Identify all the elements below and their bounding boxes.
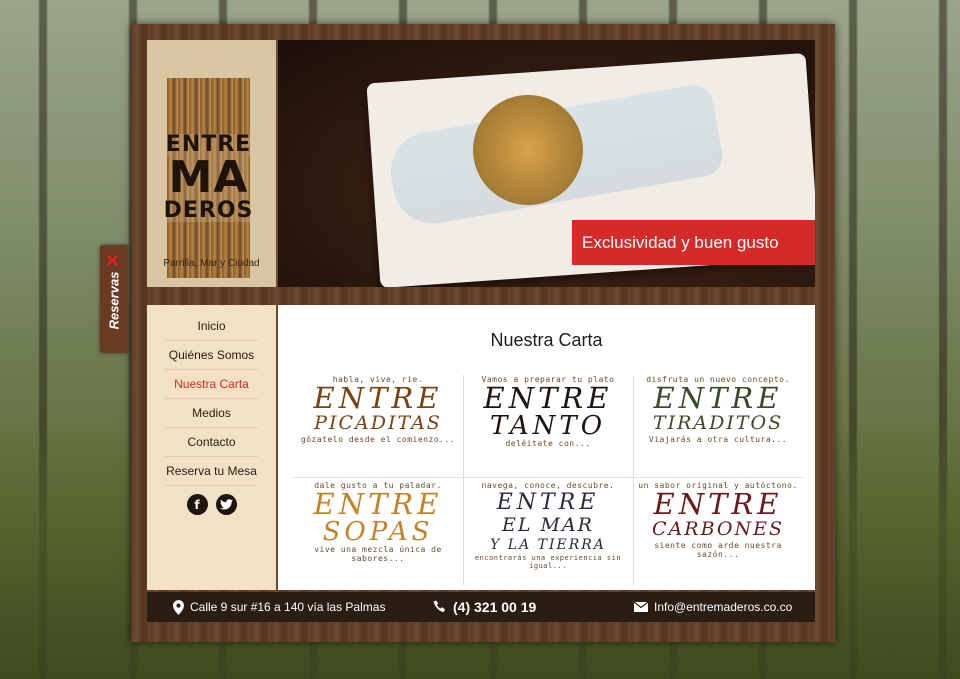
menu-categories-grid: habla, vive, rie. ENTRE PICADITAS gózate… [293,375,803,585]
nav-item-contacto[interactable]: Contacto [165,428,258,457]
menu-card-carbones[interactable]: un sabor original y autóctono. ENTRE CAR… [633,481,803,586]
hero-banner: Exclusividad y buen gusto [278,40,815,287]
brand-tagline: Parrilla, Mar y Ciudad [163,258,260,269]
phone-icon [433,600,445,612]
card-title-line2: EL MAR [501,514,594,537]
card-top-text: navega, conoce, descubre. [481,481,615,490]
phone-number: (4) 321 00 19 [453,599,537,615]
main-nav: Inicio Quiénes Somos Nuestra Carta Medio… [147,305,276,590]
card-title-line1: ENTRE [653,381,783,415]
card-title-line1: ENTRE [496,490,600,515]
nav-item-inicio[interactable]: Inicio [165,312,258,341]
social-links: f [147,494,276,515]
card-bottom-text: deléitate con... [505,439,591,448]
nav-item-nuestra-carta[interactable]: Nuestra Carta [165,370,258,399]
reservas-label: Reservas [106,271,122,330]
logo-text-line3: DEROS [163,198,254,223]
menu-card-picaditas[interactable]: habla, vive, rie. ENTRE PICADITAS gózate… [293,375,463,480]
card-bottom-text: siente como arde nuestra sazón... [654,540,782,559]
nav-item-quienes-somos[interactable]: Quiénes Somos [165,341,258,370]
content-area: Nuestra Carta habla, vive, rie. ENTRE PI… [278,305,815,590]
brand-logo[interactable]: ENTRE MA DEROS [163,78,254,278]
email-text: Info@entremaderos.co.co [654,600,793,614]
menu-card-sopas[interactable]: dale gusto a tu paladar. ENTRE SOPAS viv… [293,481,463,586]
hero-food-image [473,95,583,205]
card-bottom-text: vive una mezcla única de sabores... [314,545,442,563]
card-title-line1: ENTRE [653,487,783,521]
menu-card-tiraditos[interactable]: disfruta un nuevo concepto. ENTRE TIRADI… [633,375,803,480]
reservas-tab[interactable]: ✕ Reservas [100,245,128,353]
card-bottom-text: gózatelo desde el comienzo... [300,434,456,444]
hero-caption: Exclusividad y buen gusto [572,220,815,265]
location-pin-icon [173,599,184,615]
footer-address: Calle 9 sur #16 a 140 vía las Palmas [173,592,385,622]
card-title-line2: PICADITAS [314,412,442,434]
twitter-bird-glyph [219,499,233,510]
nav-item-medios[interactable]: Medios [165,399,258,428]
footer-phone[interactable]: (4) 321 00 19 [433,592,536,622]
footer-bar: Calle 9 sur #16 a 140 vía las Palmas (4)… [147,592,815,622]
facebook-icon[interactable]: f [186,494,208,515]
card-title-line2: SOPAS [322,517,434,547]
card-title-line1: ENTRE [313,381,443,415]
nav-item-reserva-tu-mesa[interactable]: Reserva tu Mesa [165,457,258,486]
card-title-line2: TANTO [489,411,607,441]
menu-card-tanto[interactable]: Vamos a preparar tu plato ENTRE TANTO de… [463,375,633,480]
footer-email[interactable]: Info@entremaderos.co.co [634,592,792,622]
card-title-line1: ENTRE [313,487,443,521]
card-bottom-text: Viajarás a otra cultura... [648,434,788,444]
twitter-icon[interactable] [215,494,237,515]
logo-text-line2: MA [168,152,249,203]
card-title-line1: ENTRE [483,381,613,415]
logo-panel: ENTRE MA DEROS Parrilla, Mar y Ciudad [147,40,276,287]
envelope-icon [634,602,648,612]
card-title-line2: TIRADITOS [652,412,784,434]
card-title-line3: Y LA TIERRA [490,537,606,554]
card-bottom-text: encontrarás una experiencia sin igual... [474,553,622,570]
address-text: Calle 9 sur #16 a 140 vía las Palmas [190,600,386,614]
card-title-line2: CARBONES [652,518,784,540]
menu-card-el-mar-y-la-tierra[interactable]: navega, conoce, descubre. ENTRE EL MAR Y… [463,481,633,586]
page-title: Nuestra Carta [490,330,603,350]
